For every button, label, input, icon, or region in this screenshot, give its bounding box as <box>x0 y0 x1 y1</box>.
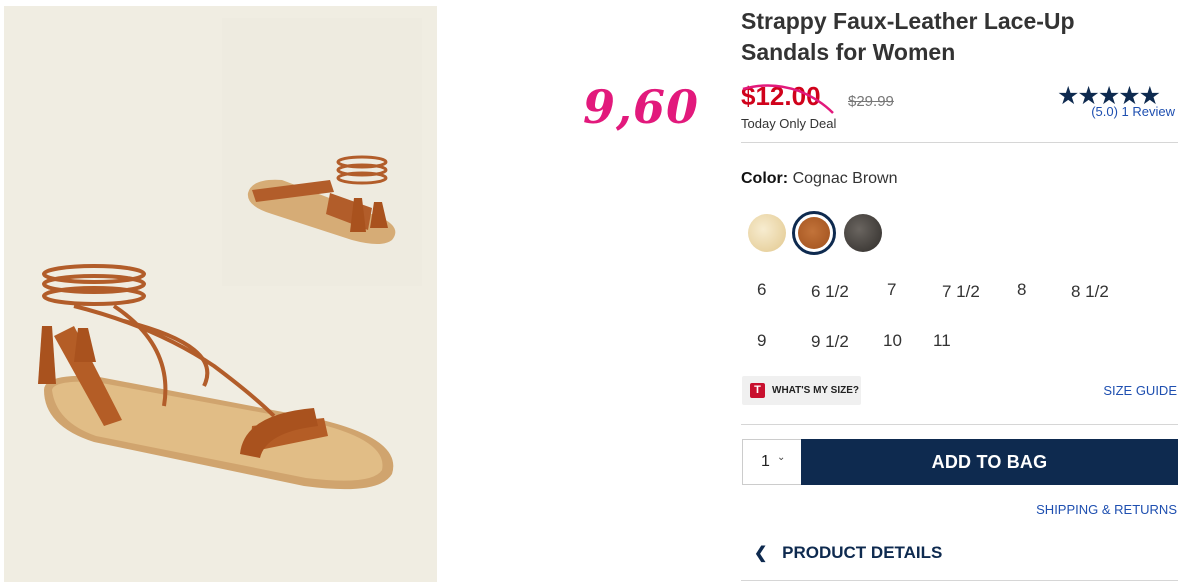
size-option[interactable]: 8 1/2 <box>1071 282 1109 302</box>
handwritten-price-note: 9,60 <box>583 80 700 134</box>
product-main-image[interactable] <box>4 6 437 582</box>
reviews-link[interactable]: (5.0) 1 Review <box>1091 104 1175 119</box>
size-option[interactable]: 9 <box>757 331 766 351</box>
sale-price: $12.00 <box>741 81 834 114</box>
product-details-toggle[interactable]: ❮ PRODUCT DETAILS <box>754 543 942 563</box>
sale-price-text: $12.00 <box>741 81 821 111</box>
quantity-select[interactable]: 1 ⌄ <box>742 439 801 485</box>
size-option[interactable]: 6 <box>757 280 766 300</box>
product-title: Strappy Faux-Leather Lace-Up Sandals for… <box>741 8 1075 65</box>
size-option[interactable]: 11 <box>933 331 951 351</box>
color-swatch-gold[interactable] <box>748 214 786 252</box>
size-option[interactable]: 10 <box>883 331 902 351</box>
shipping-returns-link[interactable]: SHIPPING & RETURNS <box>1036 502 1177 517</box>
price-row: $12.00 $29.99 <box>741 81 894 114</box>
color-selected: Cognac Brown <box>792 170 898 187</box>
product-thumbnail-image[interactable] <box>222 18 422 286</box>
quantity-value: 1 <box>761 453 770 470</box>
add-to-bag-button[interactable]: ADD TO BAG <box>801 439 1178 485</box>
whats-my-size-button[interactable]: T WHAT'S MY SIZE? <box>742 376 861 405</box>
product-details-label: PRODUCT DETAILS <box>782 543 943 562</box>
size-option[interactable]: 6 1/2 <box>811 282 849 302</box>
chevron-down-icon: ⌄ <box>777 452 786 463</box>
divider <box>741 142 1178 143</box>
color-row: Color: Cognac Brown <box>741 170 898 188</box>
color-label: Color: <box>741 170 789 187</box>
divider <box>741 580 1178 581</box>
size-option[interactable]: 8 <box>1017 280 1026 300</box>
divider <box>741 424 1178 425</box>
whats-my-size-label: WHAT'S MY SIZE? <box>772 385 860 396</box>
color-swatch-black[interactable] <box>844 214 882 252</box>
chevron-left-icon: ❮ <box>754 545 768 562</box>
deal-label: Today Only Deal <box>741 116 837 131</box>
size-option[interactable]: 7 1/2 <box>942 282 980 302</box>
size-option[interactable]: 7 <box>887 280 896 300</box>
original-price: $29.99 <box>848 93 894 110</box>
true-fit-logo: T <box>750 383 765 398</box>
color-swatch-cognac-brown[interactable] <box>792 211 836 255</box>
size-guide-link[interactable]: SIZE GUIDE <box>1103 383 1177 398</box>
size-option[interactable]: 9 1/2 <box>811 332 849 352</box>
